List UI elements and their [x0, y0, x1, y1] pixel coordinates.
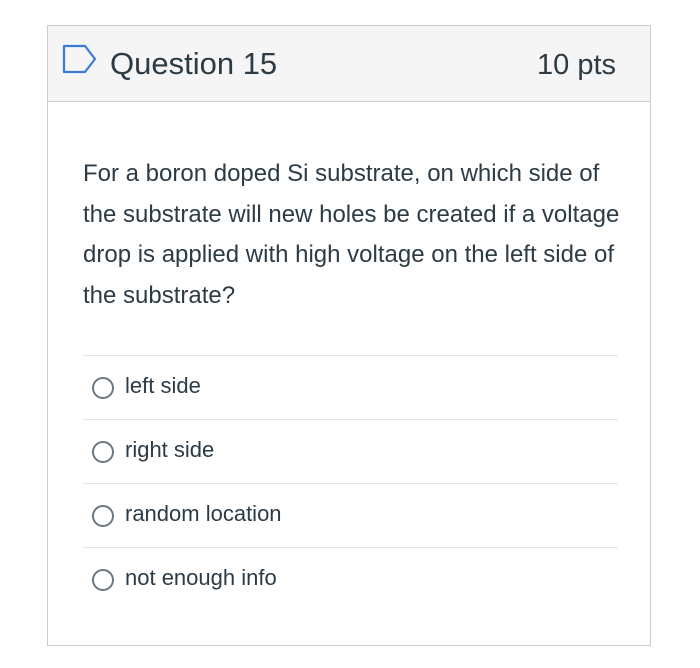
question-text: For a boron doped Si substrate, on which… [83, 160, 620, 309]
radio-unchecked-icon[interactable] [92, 505, 114, 527]
answer-label[interactable]: left side [125, 371, 201, 401]
radio-unchecked-icon[interactable] [92, 377, 114, 399]
answer-option-right-side[interactable]: right side [83, 419, 618, 483]
question-header: Question 15 10 pts [48, 26, 650, 102]
radio-unchecked-icon[interactable] [92, 441, 114, 463]
answer-label[interactable]: not enough info [125, 563, 277, 593]
answer-label[interactable]: random location [125, 499, 282, 529]
answer-label[interactable]: right side [125, 435, 214, 465]
answer-option-not-enough-info[interactable]: not enough info [83, 547, 618, 611]
question-points: 10 pts [537, 49, 616, 81]
answer-option-random-location[interactable]: random location [83, 483, 618, 547]
question-title: Question 15 [110, 46, 278, 81]
radio-unchecked-icon[interactable] [92, 569, 114, 591]
answer-option-left-side[interactable]: left side [83, 355, 618, 419]
answer-list: left side right side random location not… [83, 355, 618, 611]
flag-outline-icon[interactable] [62, 44, 98, 74]
question-card: Question 15 10 pts For a boron doped Si … [47, 25, 651, 646]
